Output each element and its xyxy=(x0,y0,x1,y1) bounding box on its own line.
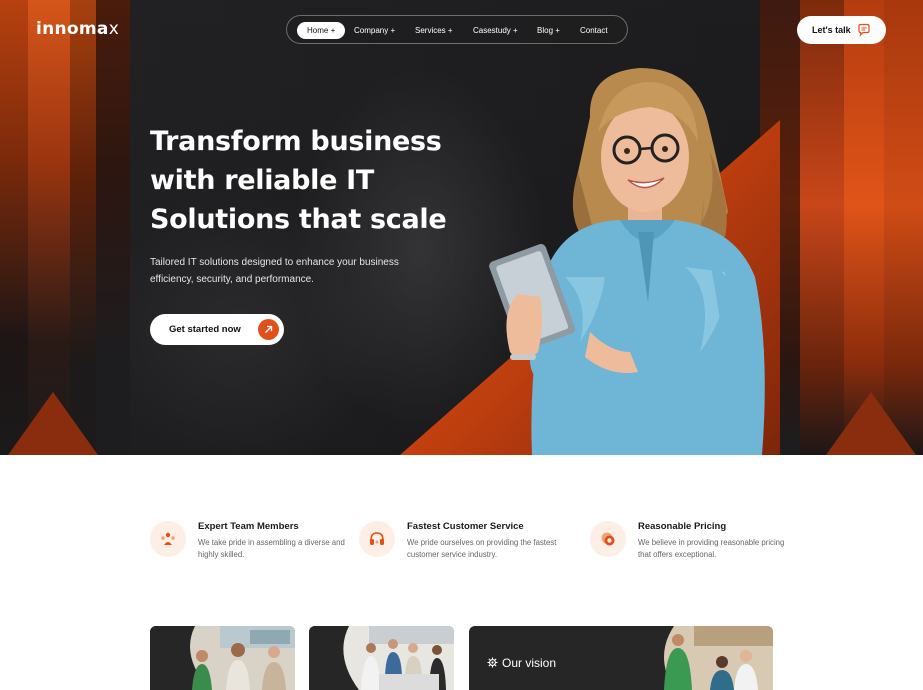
chat-icon xyxy=(858,23,870,37)
nav-item-company[interactable]: Company + xyxy=(354,22,395,39)
lets-talk-label: Let's talk xyxy=(812,25,851,35)
feature-description: We pride ourselves on providing the fast… xyxy=(407,538,557,559)
hero-title-line: with reliable IT xyxy=(150,165,375,196)
feature-title: Expert Team Members xyxy=(198,521,299,532)
office-photo-card[interactable] xyxy=(309,626,454,690)
feature-expert-team: Expert Team Members We take pride in ass… xyxy=(150,520,350,570)
logo[interactable]: innomax xyxy=(36,19,119,39)
our-vision-title: Our vision xyxy=(487,656,556,670)
nav-item-contact[interactable]: Contact xyxy=(580,22,608,39)
our-vision-label: Our vision xyxy=(502,656,557,670)
feature-customer-service: Fastest Customer Service We pride oursel… xyxy=(359,520,559,570)
nav-item-home[interactable]: Home + xyxy=(297,22,346,39)
hero-title: Transform business with reliable IT Solu… xyxy=(150,122,450,239)
feature-description: We take pride in assembling a diverse an… xyxy=(198,538,345,559)
nav-item-blog[interactable]: Blog + xyxy=(537,22,560,39)
gear-icon xyxy=(487,657,498,668)
hero-stripe xyxy=(884,0,923,455)
hero-title-line: Transform business xyxy=(150,126,442,157)
decor-triangle-left xyxy=(8,392,98,455)
team-icon xyxy=(150,521,186,557)
team-photo-card[interactable] xyxy=(150,626,295,690)
feature-description: We believe in providing reasonable prici… xyxy=(638,538,785,559)
hero-stripe xyxy=(844,0,884,455)
team-photo xyxy=(150,626,295,690)
feature-title: Fastest Customer Service xyxy=(407,521,524,532)
coins-icon xyxy=(590,521,626,557)
get-started-button[interactable]: Get started now xyxy=(150,314,284,345)
headset-icon xyxy=(359,521,395,557)
nav-item-casestudy[interactable]: Casestudy + xyxy=(473,22,518,39)
office-photo xyxy=(309,626,454,690)
hero-person-image xyxy=(489,68,765,455)
hero-stripe xyxy=(96,0,130,455)
feature-title: Reasonable Pricing xyxy=(638,521,727,532)
our-vision-card[interactable]: Our vision xyxy=(469,626,773,690)
hero-title-line: Solutions that scale xyxy=(150,204,447,235)
arrow-up-right-icon xyxy=(258,319,279,340)
hero-stripe xyxy=(800,0,844,455)
feature-pricing: Reasonable Pricing We believe in providi… xyxy=(590,520,790,570)
logo-text: innoma xyxy=(36,19,109,39)
vision-photo xyxy=(664,626,773,690)
hero-subtitle: Tailored IT solutions designed to enhanc… xyxy=(150,257,399,285)
lets-talk-button[interactable]: Let's talk xyxy=(797,16,886,44)
nav-item-services[interactable]: Services + xyxy=(415,22,453,39)
hero-section: innomax Home + Company + Services + Case… xyxy=(0,0,923,455)
logo-mark: x xyxy=(108,19,120,39)
hero-stripe xyxy=(28,0,70,455)
main-nav: Home + Company + Services + Casestudy + … xyxy=(286,15,628,44)
hero-stripe xyxy=(70,0,96,455)
decor-triangle-right xyxy=(826,392,916,455)
get-started-label: Get started now xyxy=(169,324,241,335)
hero-stripe xyxy=(0,0,28,455)
